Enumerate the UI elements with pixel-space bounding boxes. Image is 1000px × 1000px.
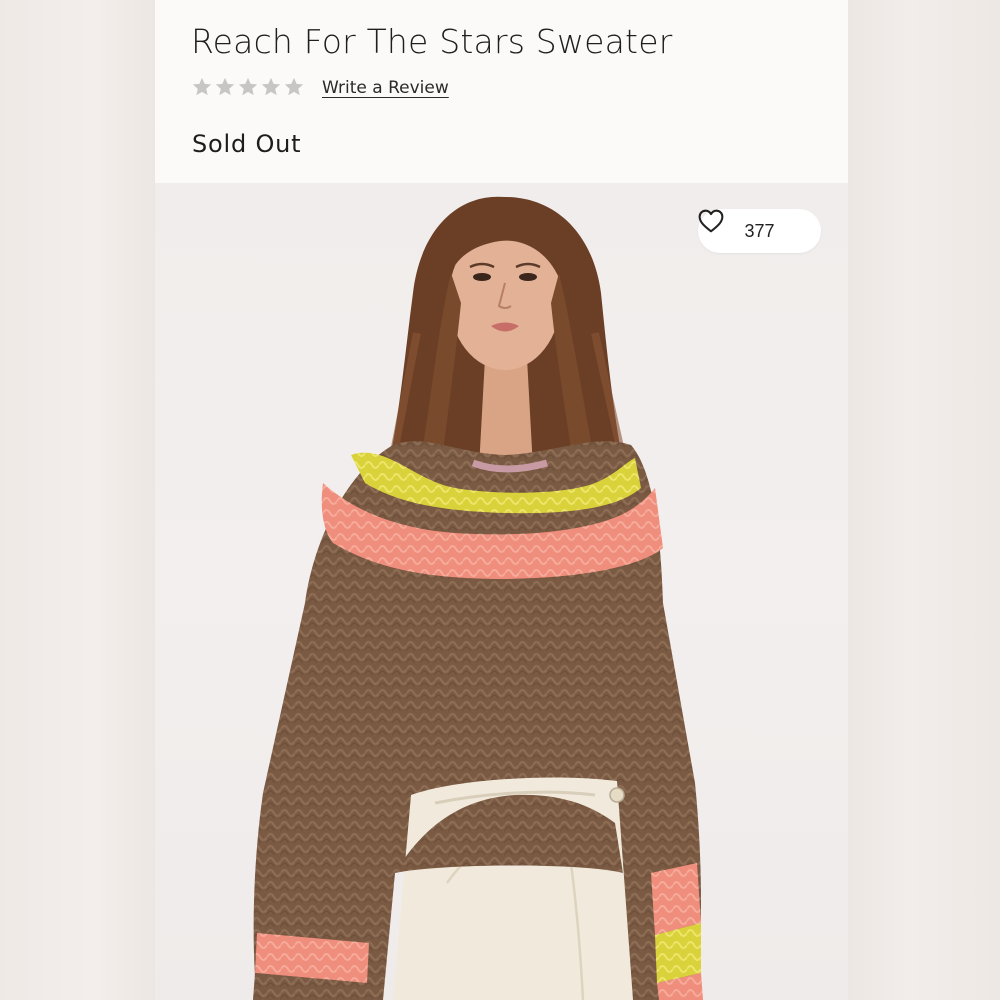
star-icon: [261, 77, 281, 96]
star-icon: [192, 77, 212, 96]
heart-outline-icon: [698, 209, 724, 233]
star-icon: [284, 77, 304, 96]
availability-status: Sold Out: [192, 130, 302, 158]
left-backdrop: [0, 0, 155, 1000]
star-icon: [238, 77, 258, 96]
star-icon: [215, 77, 235, 96]
write-review-link[interactable]: Write a Review: [322, 78, 449, 98]
product-panel: Reach For The Stars Sweater Write a Revi…: [155, 0, 848, 1000]
model-illustration: [253, 196, 703, 1000]
favorite-button[interactable]: 377: [698, 209, 821, 253]
favorite-count: 377: [744, 220, 775, 241]
right-backdrop: [848, 0, 1000, 1000]
product-title: Reach For The Stars Sweater: [191, 22, 673, 61]
product-header: Reach For The Stars Sweater Write a Revi…: [155, 0, 848, 183]
rating-stars[interactable]: [191, 76, 305, 98]
product-image[interactable]: 377: [155, 183, 848, 1000]
